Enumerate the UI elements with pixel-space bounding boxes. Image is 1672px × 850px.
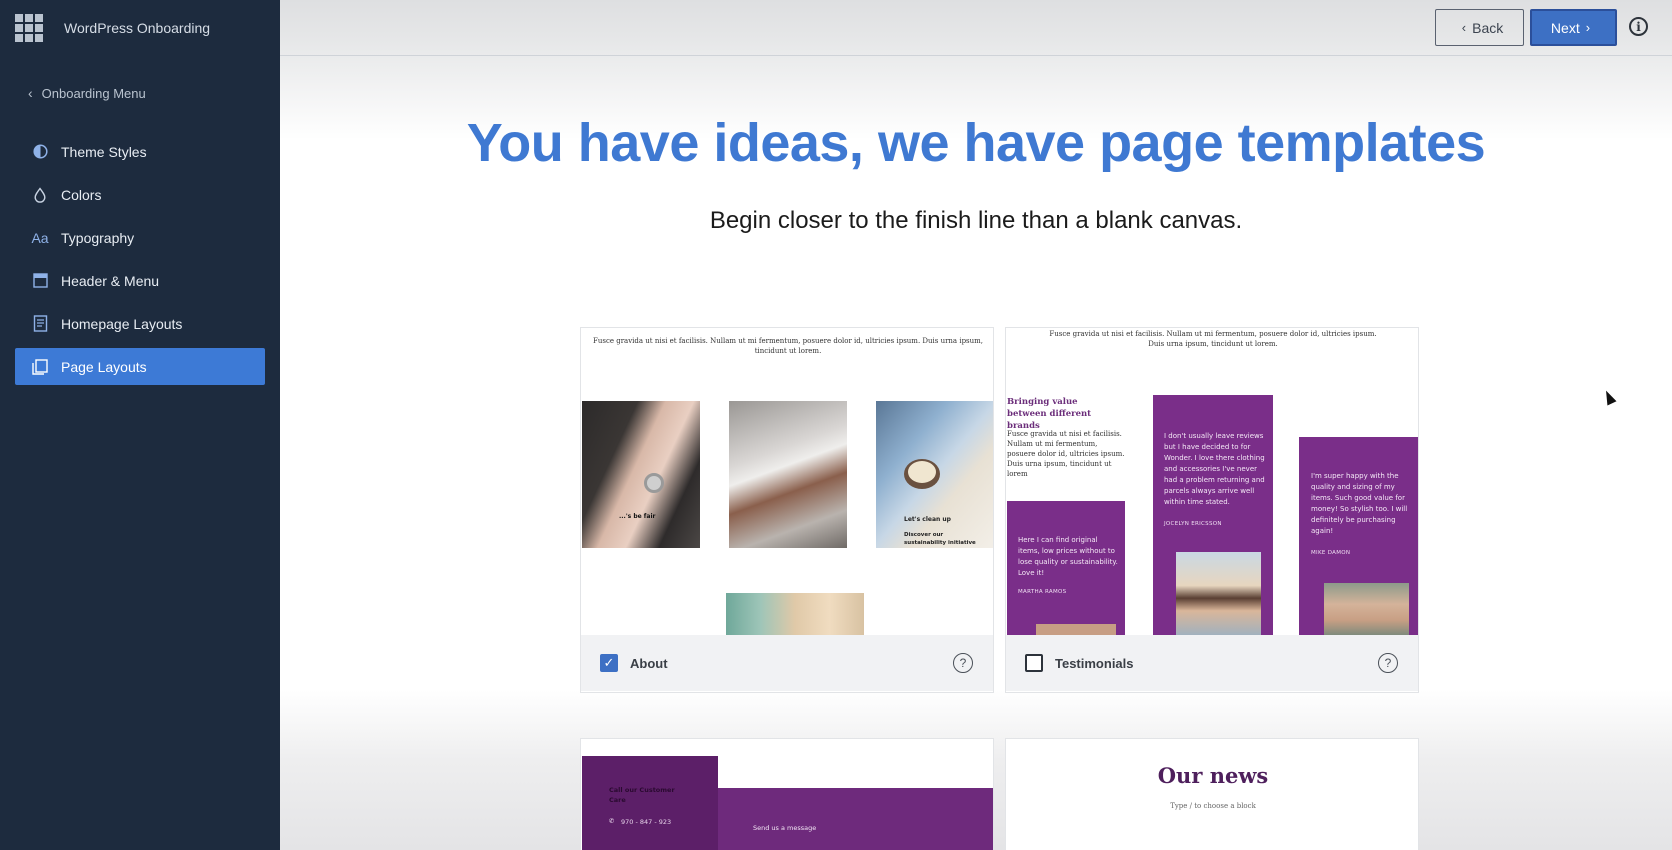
about-card-label: About — [630, 655, 668, 671]
typography-icon: Aa — [31, 229, 49, 246]
page-layout-icon — [31, 315, 49, 333]
page-headline: You have ideas, we have page templates — [466, 113, 1486, 173]
preview-photo-portrait — [726, 593, 864, 635]
chevron-left-icon: ‹ — [28, 85, 33, 101]
template-card-news[interactable]: Our news Type / to choose a block — [1005, 738, 1419, 850]
preview-photo-popcorn — [876, 401, 993, 548]
main-content: ‹ Back Next › i You have ideas, we have … — [280, 0, 1672, 850]
testimonial-quote: I don't usually leave reviews but I have… — [1164, 432, 1265, 506]
news-title: Our news — [1157, 763, 1269, 788]
about-checkbox[interactable]: ✓ — [600, 654, 618, 672]
sidebar-item-label: Colors — [61, 186, 102, 203]
header-layout-icon — [31, 272, 49, 290]
testimonial-photo — [1176, 552, 1261, 635]
sidebar-item-colors[interactable]: Colors — [15, 176, 265, 213]
send-message-label: Send us a message — [753, 824, 817, 832]
checkmark-icon: ✓ — [603, 655, 615, 670]
template-card-testimonials[interactable]: Fusce gravida ut nisi et facilisis. Null… — [1005, 327, 1419, 693]
preview-heading: Bringing value between different brands — [1007, 397, 1092, 431]
news-block-hint: Type / to choose a block — [1170, 802, 1256, 810]
testimonials-checkbox[interactable] — [1025, 654, 1043, 672]
preview-photo-couple — [729, 401, 847, 548]
toolbar-divider — [280, 55, 1672, 56]
sidebar-item-label: Header & Menu — [61, 272, 160, 289]
testimonial-quote: Here I can find original items, low pric… — [1018, 536, 1118, 577]
preview-photo-caption: Let's clean up — [904, 516, 951, 523]
sidebar-item-label: Page Layouts — [61, 358, 147, 375]
sidebar-item-page-layouts[interactable]: Page Layouts — [15, 348, 265, 385]
contact-phone: 970 - 847 - 923 — [621, 818, 672, 826]
testimonial-quote: I'm super happy with the quality and siz… — [1311, 472, 1408, 535]
contact-heading: Call our Customer Care — [609, 786, 675, 804]
droplet-icon — [31, 186, 49, 204]
preview-photo-caption: Discover our sustainability initiative — [904, 532, 976, 546]
next-button-label: Next — [1550, 19, 1580, 36]
chevron-right-icon: › — [1585, 20, 1591, 35]
template-card-contact[interactable]: Call our Customer Care ✆ 970 - 847 - 923… — [580, 738, 994, 850]
chevron-left-icon: ‹ — [1461, 20, 1467, 35]
sidebar: WordPress Onboarding ‹ Onboarding Menu T… — [0, 0, 280, 850]
sidebar-item-theme-styles[interactable]: Theme Styles — [15, 133, 265, 170]
half-circle-icon — [31, 143, 49, 161]
preview-photo-caption: ...'s be fair — [619, 513, 656, 520]
phone-icon: ✆ — [609, 817, 615, 825]
testimonials-card-label: Testimonials — [1055, 655, 1134, 671]
back-button-label: Back — [1472, 19, 1504, 36]
about-card-footer: ✓ About ? — [581, 635, 993, 691]
sidebar-menu: Theme Styles Colors Aa Typography Header… — [15, 133, 265, 391]
sidebar-item-homepage-layouts[interactable]: Homepage Layouts — [15, 305, 265, 342]
template-card-about[interactable]: Fusce gravida ut nisi et facilisis. Null… — [580, 327, 994, 693]
about-template-preview[interactable]: Fusce gravida ut nisi et facilisis. Null… — [581, 328, 993, 635]
app-title: WordPress Onboarding — [64, 20, 211, 36]
help-icon[interactable]: ? — [953, 653, 973, 673]
preview-body: Fusce gravida ut nisi et facilisis. Null… — [1007, 430, 1125, 478]
info-icon[interactable]: i — [1629, 17, 1648, 36]
onboarding-menu-label: Onboarding Menu — [41, 85, 146, 101]
sidebar-item-typography[interactable]: Aa Typography — [15, 219, 265, 256]
back-button[interactable]: ‹ Back — [1435, 9, 1524, 46]
contact-form-panel — [718, 788, 993, 850]
sidebar-header: WordPress Onboarding — [0, 0, 280, 56]
pages-icon — [31, 358, 49, 376]
onboarding-menu-back-link[interactable]: ‹ Onboarding Menu — [28, 85, 146, 101]
next-button[interactable]: Next › — [1530, 9, 1617, 46]
testimonials-template-preview[interactable]: Fusce gravida ut nisi et facilisis. Null… — [1006, 328, 1418, 635]
testimonial-photo — [1324, 583, 1409, 635]
sidebar-item-label: Theme Styles — [61, 143, 147, 160]
preview-photo-watch — [582, 401, 700, 548]
testimonial-author: MIKE DAMON — [1311, 550, 1351, 556]
sidebar-item-header-menu[interactable]: Header & Menu — [15, 262, 265, 299]
testimonial-author: JOCELYN ERICSSON — [1164, 521, 1222, 527]
preview-intro-text: Fusce gravida ut nisi et facilisis. Null… — [1049, 330, 1377, 348]
apps-grid-icon[interactable] — [15, 14, 43, 42]
sidebar-item-label: Homepage Layouts — [61, 315, 183, 332]
sidebar-item-label: Typography — [61, 229, 135, 246]
page-subheadline: Begin closer to the finish line than a b… — [709, 207, 1243, 234]
preview-intro-text: Fusce gravida ut nisi et facilisis. Null… — [592, 337, 984, 355]
help-icon[interactable]: ? — [1378, 653, 1398, 673]
testimonial-photo — [1036, 624, 1116, 635]
testimonial-author: MARTHA RAMOS — [1018, 589, 1067, 595]
testimonials-card-footer: Testimonials ? — [1006, 635, 1418, 691]
